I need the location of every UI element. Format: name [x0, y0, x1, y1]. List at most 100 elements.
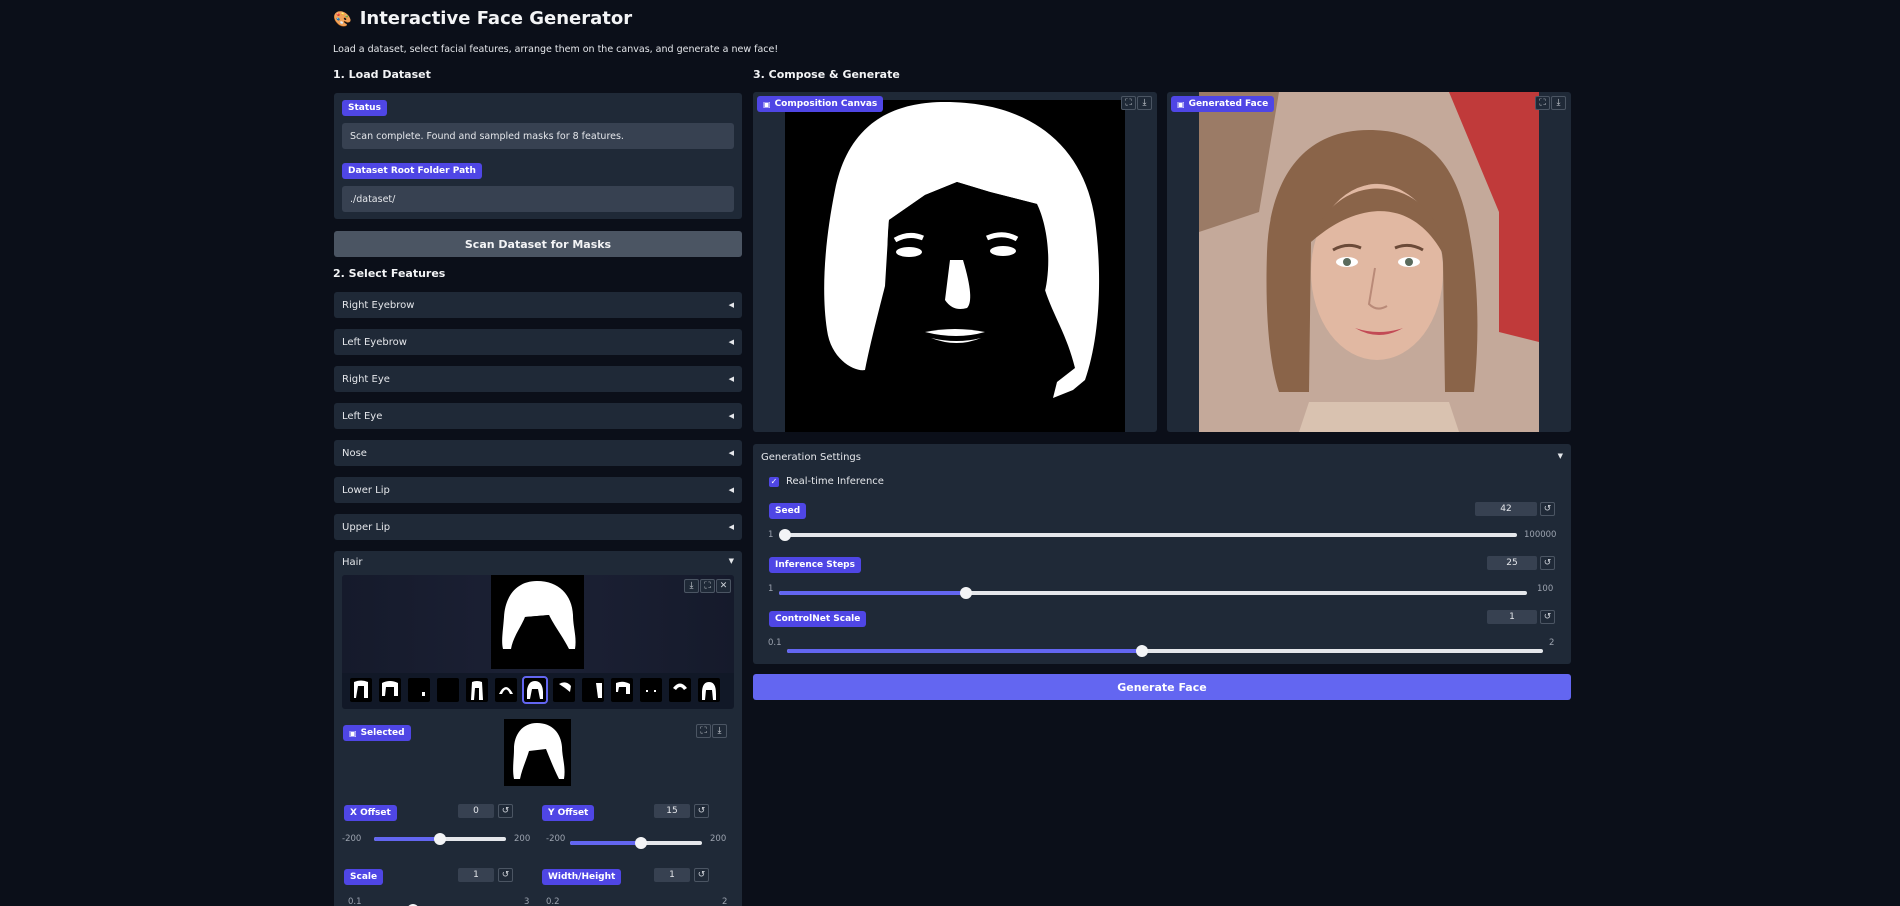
download-icon[interactable]: ⤓ — [684, 579, 699, 593]
caret-left-icon: ◀ — [728, 375, 734, 383]
realtime-inference-toggle[interactable]: ✓ Real-time Inference — [769, 476, 884, 487]
reset-icon[interactable]: ↺ — [694, 804, 709, 818]
fullscreen-icon[interactable]: ⛶ — [696, 724, 711, 738]
download-icon[interactable]: ⤓ — [1551, 96, 1566, 110]
load-dataset-panel: Status Scan complete. Found and sampled … — [334, 93, 742, 219]
composition-canvas-label: ▣ Composition Canvas — [757, 96, 884, 112]
fullscreen-icon[interactable]: ⛶ — [700, 579, 715, 593]
slider-thumb[interactable] — [779, 529, 791, 541]
feature-left-eyebrow[interactable]: Left Eyebrow ◀ — [334, 329, 742, 355]
selected-label-text: Selected — [360, 728, 405, 738]
hair-thumbnail[interactable] — [611, 678, 633, 702]
hair-thumbnail[interactable] — [495, 678, 517, 702]
generated-face-label: ▣ Generated Face — [1171, 96, 1275, 112]
width-height-min: 0.2 — [546, 897, 560, 906]
scale-min: 0.1 — [348, 897, 362, 906]
scan-dataset-button[interactable]: Scan Dataset for Masks — [334, 231, 742, 257]
slider-fill — [787, 649, 1143, 653]
feature-right-eyebrow[interactable]: Right Eyebrow ◀ — [334, 292, 742, 318]
x-offset-min: -200 — [342, 834, 362, 844]
seed-min: 1 — [768, 530, 774, 540]
hair-thumbnail-selected[interactable] — [522, 676, 548, 704]
download-icon[interactable]: ⤓ — [1137, 96, 1152, 110]
select-features-heading: 2. Select Features — [333, 267, 446, 280]
slider-thumb[interactable] — [960, 587, 972, 599]
gallery-preview-image[interactable] — [491, 575, 584, 669]
controlnet-scale-max: 2 — [1549, 638, 1555, 648]
feature-label: Lower Lip — [342, 484, 390, 496]
feature-lower-lip[interactable]: Lower Lip ◀ — [334, 477, 742, 503]
reset-icon[interactable]: ↺ — [498, 868, 513, 882]
feature-right-eye[interactable]: Right Eye ◀ — [334, 366, 742, 392]
seed-slider[interactable] — [779, 529, 1517, 541]
feature-label: Left Eyebrow — [342, 336, 407, 348]
generated-face-panel: ▣ Generated Face ⛶ ⤓ — [1167, 92, 1571, 432]
feature-nose[interactable]: Nose ◀ — [334, 440, 742, 466]
hair-thumbnail[interactable] — [669, 678, 691, 702]
width-height-input[interactable]: 1 — [654, 868, 690, 882]
hair-thumbnail[interactable] — [582, 678, 604, 702]
feature-upper-lip[interactable]: Upper Lip ◀ — [334, 514, 742, 540]
load-dataset-heading: 1. Load Dataset — [333, 68, 431, 81]
y-offset-min: -200 — [546, 834, 566, 844]
generation-settings-label: Generation Settings — [761, 452, 861, 463]
status-field: Scan complete. Found and sampled masks f… — [342, 123, 734, 149]
close-icon[interactable]: ✕ — [716, 579, 731, 593]
feature-label: Upper Lip — [342, 521, 391, 533]
feature-hair-header[interactable]: Hair ▼ — [342, 557, 734, 568]
reset-icon[interactable]: ↺ — [498, 804, 513, 818]
caret-left-icon: ◀ — [728, 412, 734, 420]
hair-thumbnail[interactable] — [553, 678, 575, 702]
x-offset-max: 200 — [514, 834, 531, 844]
hair-thumbnail[interactable] — [437, 678, 459, 702]
x-offset-input[interactable]: 0 — [458, 804, 494, 818]
inference-steps-input[interactable]: 25 — [1487, 556, 1537, 570]
hair-thumbnail[interactable] — [379, 678, 401, 702]
y-offset-input[interactable]: 15 — [654, 804, 690, 818]
seed-input[interactable]: 42 — [1475, 502, 1537, 516]
inference-steps-label: Inference Steps — [769, 557, 861, 573]
hair-thumbnail[interactable] — [698, 678, 720, 702]
reset-icon[interactable]: ↺ — [694, 868, 709, 882]
generation-settings-header[interactable]: Generation Settings ▼ — [761, 452, 1563, 463]
controlnet-scale-slider[interactable] — [787, 645, 1543, 657]
feature-label: Hair — [342, 557, 363, 568]
feature-label: Nose — [342, 447, 367, 459]
hair-thumbnail[interactable] — [466, 678, 488, 702]
fullscreen-icon[interactable]: ⛶ — [1121, 96, 1136, 110]
reset-icon[interactable]: ↺ — [1540, 502, 1555, 516]
caret-left-icon: ◀ — [728, 523, 734, 531]
image-icon: ▣ — [1177, 99, 1185, 109]
hair-thumbnail[interactable] — [350, 678, 372, 702]
y-offset-label: Y Offset — [542, 805, 595, 821]
scale-input[interactable]: 1 — [458, 868, 494, 882]
slider-fill — [570, 841, 642, 845]
width-height-max: 2 — [722, 897, 728, 906]
dataset-path-input[interactable]: ./dataset/ — [342, 186, 734, 212]
fullscreen-icon[interactable]: ⛶ — [1535, 96, 1550, 110]
hair-thumbnail[interactable] — [640, 678, 662, 702]
reset-icon[interactable]: ↺ — [1540, 556, 1555, 570]
inference-steps-slider[interactable] — [779, 587, 1527, 599]
y-offset-slider[interactable] — [570, 837, 702, 849]
composition-canvas[interactable] — [785, 100, 1125, 432]
x-offset-label: X Offset — [344, 805, 397, 821]
reset-icon[interactable]: ↺ — [1540, 610, 1555, 624]
width-height-label: Width/Height — [542, 869, 622, 885]
slider-thumb[interactable] — [635, 837, 648, 849]
slider-thumb[interactable] — [434, 833, 446, 845]
feature-left-eye[interactable]: Left Eye ◀ — [334, 403, 742, 429]
hair-thumbnail[interactable] — [408, 678, 430, 702]
download-icon[interactable]: ⤓ — [712, 724, 727, 738]
checkbox-icon[interactable]: ✓ — [769, 476, 779, 487]
composition-canvas-label-text: Composition Canvas — [774, 99, 878, 109]
y-offset-max: 200 — [710, 834, 727, 844]
feature-label: Right Eyebrow — [342, 299, 415, 311]
x-offset-slider[interactable] — [374, 833, 506, 845]
generate-face-button[interactable]: Generate Face — [753, 674, 1571, 700]
palette-icon: 🎨 — [333, 9, 352, 28]
selected-mask-image — [504, 719, 571, 786]
controlnet-scale-input[interactable]: 1 — [1487, 610, 1537, 624]
slider-fill — [779, 591, 966, 595]
slider-thumb[interactable] — [1136, 645, 1149, 657]
